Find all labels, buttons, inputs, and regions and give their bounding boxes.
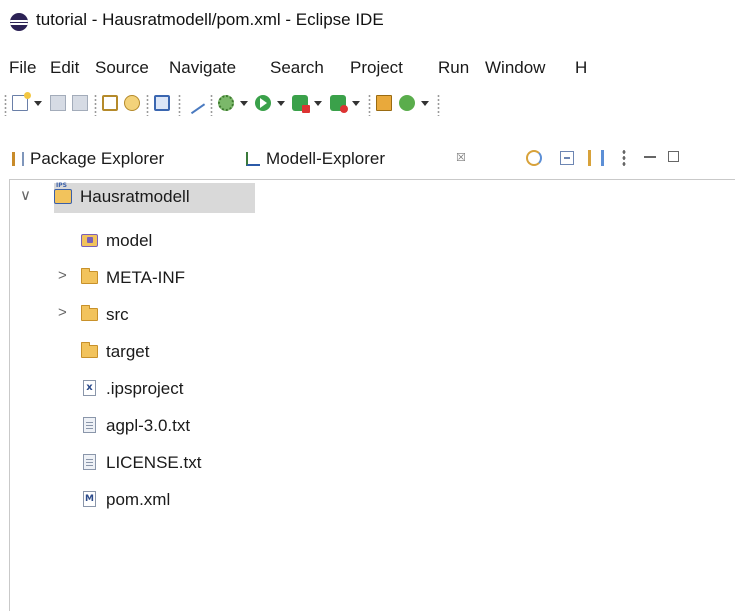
coverage-dropdown-icon[interactable]	[314, 101, 322, 106]
ipsproject-file-icon: x	[83, 380, 96, 396]
save-all-icon[interactable]	[72, 95, 88, 111]
toolbar-separator	[146, 94, 149, 116]
open-resource-icon[interactable]	[124, 95, 140, 111]
window-title: tutorial - Hausratmodell/pom.xml - Eclip…	[36, 10, 384, 29]
menu-search[interactable]: Search	[270, 58, 324, 78]
menu-run[interactable]: Run	[438, 58, 469, 78]
tree-item-label: src	[106, 305, 129, 324]
text-file-icon	[83, 417, 96, 433]
tree-item-label: agpl-3.0.txt	[106, 416, 191, 435]
eclipse-logo-icon	[10, 13, 28, 31]
tab-modell-explorer[interactable]: Modell-Explorer	[266, 149, 385, 169]
tree-item-label: LICENSE.txt	[106, 453, 202, 472]
maximize-icon[interactable]	[668, 151, 679, 162]
menu-help[interactable]: H	[575, 58, 587, 78]
tree-item-ipsproject[interactable]: x .ipsproject	[10, 374, 710, 404]
toolbar-separator	[94, 94, 97, 116]
new-package-icon[interactable]	[376, 95, 392, 111]
folder-icon	[81, 268, 98, 284]
text-file-icon	[83, 454, 96, 470]
tree-item-meta-inf[interactable]: > META-INF	[10, 263, 710, 293]
tree-item-target[interactable]: target	[10, 337, 710, 367]
tree-item-label: target	[106, 342, 150, 361]
maven-pom-icon: M	[83, 491, 96, 507]
coverage-icon[interactable]	[292, 95, 310, 113]
tree-item-agpl[interactable]: agpl-3.0.txt	[10, 411, 710, 441]
minimize-icon[interactable]	[644, 156, 656, 158]
new-wizard-dropdown-icon[interactable]	[34, 101, 42, 106]
close-tab-icon[interactable]: ☒	[456, 151, 466, 164]
toggle-breakpoint-icon[interactable]	[182, 91, 206, 115]
open-type-icon[interactable]	[102, 95, 118, 111]
external-tools-icon[interactable]	[330, 95, 348, 113]
expand-toggle-icon[interactable]: >	[58, 304, 67, 321]
external-tools-dropdown-icon[interactable]	[352, 101, 360, 106]
tree-item-hausratmodell[interactable]: ∨ Hausratmodell	[10, 182, 710, 213]
menu-window[interactable]: Window	[485, 58, 545, 78]
toolbar-separator	[368, 94, 371, 116]
collapse-all-icon[interactable]	[560, 151, 574, 165]
console-icon[interactable]	[154, 95, 170, 111]
main-toolbar	[0, 86, 735, 126]
tree-item-label: .ipsproject	[106, 379, 184, 398]
modell-explorer-icon	[246, 152, 260, 166]
debug-dropdown-icon[interactable]	[240, 101, 248, 106]
tree-item-pom[interactable]: M pom.xml	[10, 485, 710, 515]
tree-item-label: pom.xml	[106, 490, 171, 509]
model-folder-icon	[81, 234, 98, 247]
modell-explorer-tree: ∨ Hausratmodell model > META-INF > src t…	[9, 179, 735, 611]
menu-navigate[interactable]: Navigate	[169, 58, 236, 78]
folder-icon	[81, 342, 98, 358]
menu-edit[interactable]: Edit	[50, 58, 79, 78]
toolbar-grip[interactable]	[4, 94, 7, 116]
save-icon[interactable]	[50, 95, 66, 111]
menu-project[interactable]: Project	[350, 58, 403, 78]
tree-item-model[interactable]: model	[10, 226, 710, 256]
debug-icon[interactable]	[218, 95, 234, 111]
menu-bar: File Edit Source Navigate Search Project…	[0, 50, 735, 86]
sync-icon[interactable]	[526, 150, 542, 166]
run-dropdown-icon[interactable]	[277, 101, 285, 106]
folder-icon	[81, 305, 98, 321]
expand-toggle-icon[interactable]: >	[58, 267, 67, 284]
tree-item-license[interactable]: LICENSE.txt	[10, 448, 710, 478]
tree-item-label: META-INF	[106, 268, 186, 287]
package-explorer-icon	[12, 152, 24, 166]
link-with-editor-icon[interactable]	[588, 150, 604, 166]
view-tab-bar: Package Explorer Modell-Explorer ☒	[0, 140, 735, 178]
tree-item-src[interactable]: > src	[10, 300, 710, 330]
menu-file[interactable]: File	[9, 58, 36, 78]
toolbar-separator	[437, 94, 440, 116]
tree-item-label: model	[106, 231, 153, 250]
new-class-icon[interactable]	[399, 95, 415, 111]
run-icon[interactable]	[255, 95, 271, 111]
expand-toggle-icon[interactable]: ∨	[20, 186, 31, 204]
menu-source[interactable]: Source	[95, 58, 149, 78]
view-menu-icon[interactable]	[622, 149, 626, 167]
toolbar-separator	[178, 94, 181, 116]
ips-project-icon	[54, 182, 72, 204]
toolbar-separator	[210, 94, 213, 116]
title-bar: tutorial - Hausratmodell/pom.xml - Eclip…	[0, 0, 735, 50]
new-class-dropdown-icon[interactable]	[421, 101, 429, 106]
tree-item-label: Hausratmodell	[80, 187, 190, 206]
new-wizard-icon[interactable]	[12, 92, 31, 111]
tab-package-explorer[interactable]: Package Explorer	[30, 149, 164, 169]
